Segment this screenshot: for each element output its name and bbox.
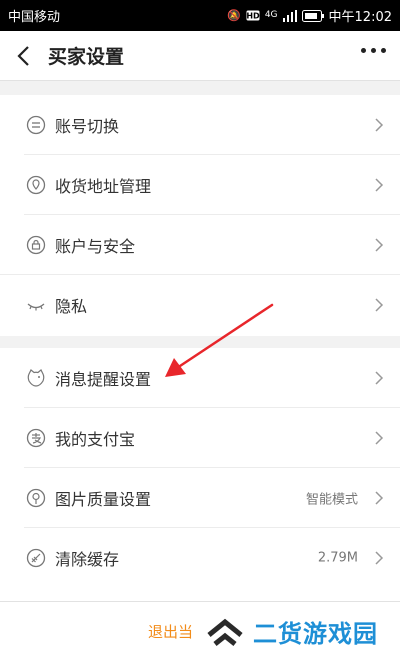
page-title: 买家设置 bbox=[48, 46, 125, 68]
setting-label: 图片质量设置 bbox=[55, 490, 152, 509]
setting-value: 2.79M bbox=[317, 550, 358, 566]
broom-icon bbox=[26, 548, 46, 568]
setting-row-address[interactable]: 收货地址管理 bbox=[0, 155, 400, 215]
setting-row-privacy[interactable]: 隐私 bbox=[0, 275, 400, 335]
back-arrow-icon[interactable] bbox=[12, 43, 36, 69]
chevron-right-icon bbox=[375, 238, 384, 252]
setting-label: 清除缓存 bbox=[55, 550, 120, 569]
watermark-logo-icon bbox=[207, 618, 243, 646]
chevron-right-icon bbox=[375, 371, 384, 385]
dot-icon bbox=[371, 48, 376, 53]
chevron-right-icon bbox=[375, 551, 384, 565]
watermark: 二货游戏园 bbox=[205, 614, 378, 649]
setting-row-notifications[interactable]: 消息提醒设置 bbox=[0, 348, 400, 408]
more-options-button[interactable] bbox=[361, 48, 386, 53]
switch-account-icon bbox=[26, 115, 46, 135]
image-quality-icon bbox=[26, 488, 46, 508]
clock-label: 中午12:02 bbox=[328, 10, 392, 25]
setting-row-switch-account[interactable]: 账号切换 bbox=[0, 95, 400, 155]
chevron-right-icon bbox=[375, 118, 384, 132]
mute-icon: 🔕 bbox=[227, 9, 241, 22]
chevron-right-icon bbox=[375, 431, 384, 445]
location-pin-icon bbox=[26, 175, 46, 195]
battery-icon bbox=[301, 9, 324, 22]
network-label: 4G bbox=[264, 10, 278, 20]
lock-icon bbox=[26, 235, 46, 255]
status-icons: 🔕 HD 4G 中午12:02 bbox=[227, 6, 392, 25]
setting-value: 智能模式 bbox=[305, 492, 358, 508]
chevron-right-icon bbox=[375, 178, 384, 192]
setting-row-security[interactable]: 账户与安全 bbox=[0, 215, 400, 275]
chevron-right-icon bbox=[375, 298, 384, 312]
setting-row-alipay[interactable]: 我的支付宝 bbox=[0, 408, 400, 468]
nav-bar: 买家设置 bbox=[0, 31, 400, 81]
setting-label: 账号切换 bbox=[55, 117, 120, 136]
hd-icon: HD bbox=[246, 10, 260, 21]
settings-group-general: 消息提醒设置 我的支付宝 图片质量设置 智能模式 清除缓存 2.79M bbox=[0, 348, 400, 601]
setting-label: 账户与安全 bbox=[55, 237, 136, 256]
svg-text:HD: HD bbox=[246, 12, 260, 21]
status-bar: 中国移动 🔕 HD 4G 中午12:02 bbox=[0, 0, 400, 31]
dot-icon bbox=[381, 48, 386, 53]
eye-closed-icon bbox=[27, 303, 45, 311]
watermark-text: 二货游戏园 bbox=[253, 620, 378, 648]
setting-row-image-quality[interactable]: 图片质量设置 智能模式 bbox=[0, 468, 400, 528]
setting-label: 收货地址管理 bbox=[55, 177, 152, 196]
carrier-label: 中国移动 bbox=[8, 10, 61, 25]
footer: 退出当 二货游戏园 bbox=[0, 601, 400, 660]
setting-row-clear-cache[interactable]: 清除缓存 2.79M bbox=[0, 528, 400, 588]
signal-icon bbox=[282, 9, 297, 22]
setting-label: 隐私 bbox=[55, 297, 88, 316]
alipay-icon bbox=[26, 428, 46, 448]
setting-label: 我的支付宝 bbox=[55, 430, 136, 449]
chevron-right-icon bbox=[375, 491, 384, 505]
logout-button[interactable]: 退出当 bbox=[148, 621, 193, 642]
settings-group-account: 账号切换 收货地址管理 账户与安全 隐私 bbox=[0, 95, 400, 336]
dot-icon bbox=[361, 48, 366, 53]
notification-cat-icon bbox=[27, 369, 45, 387]
setting-label: 消息提醒设置 bbox=[55, 370, 152, 389]
